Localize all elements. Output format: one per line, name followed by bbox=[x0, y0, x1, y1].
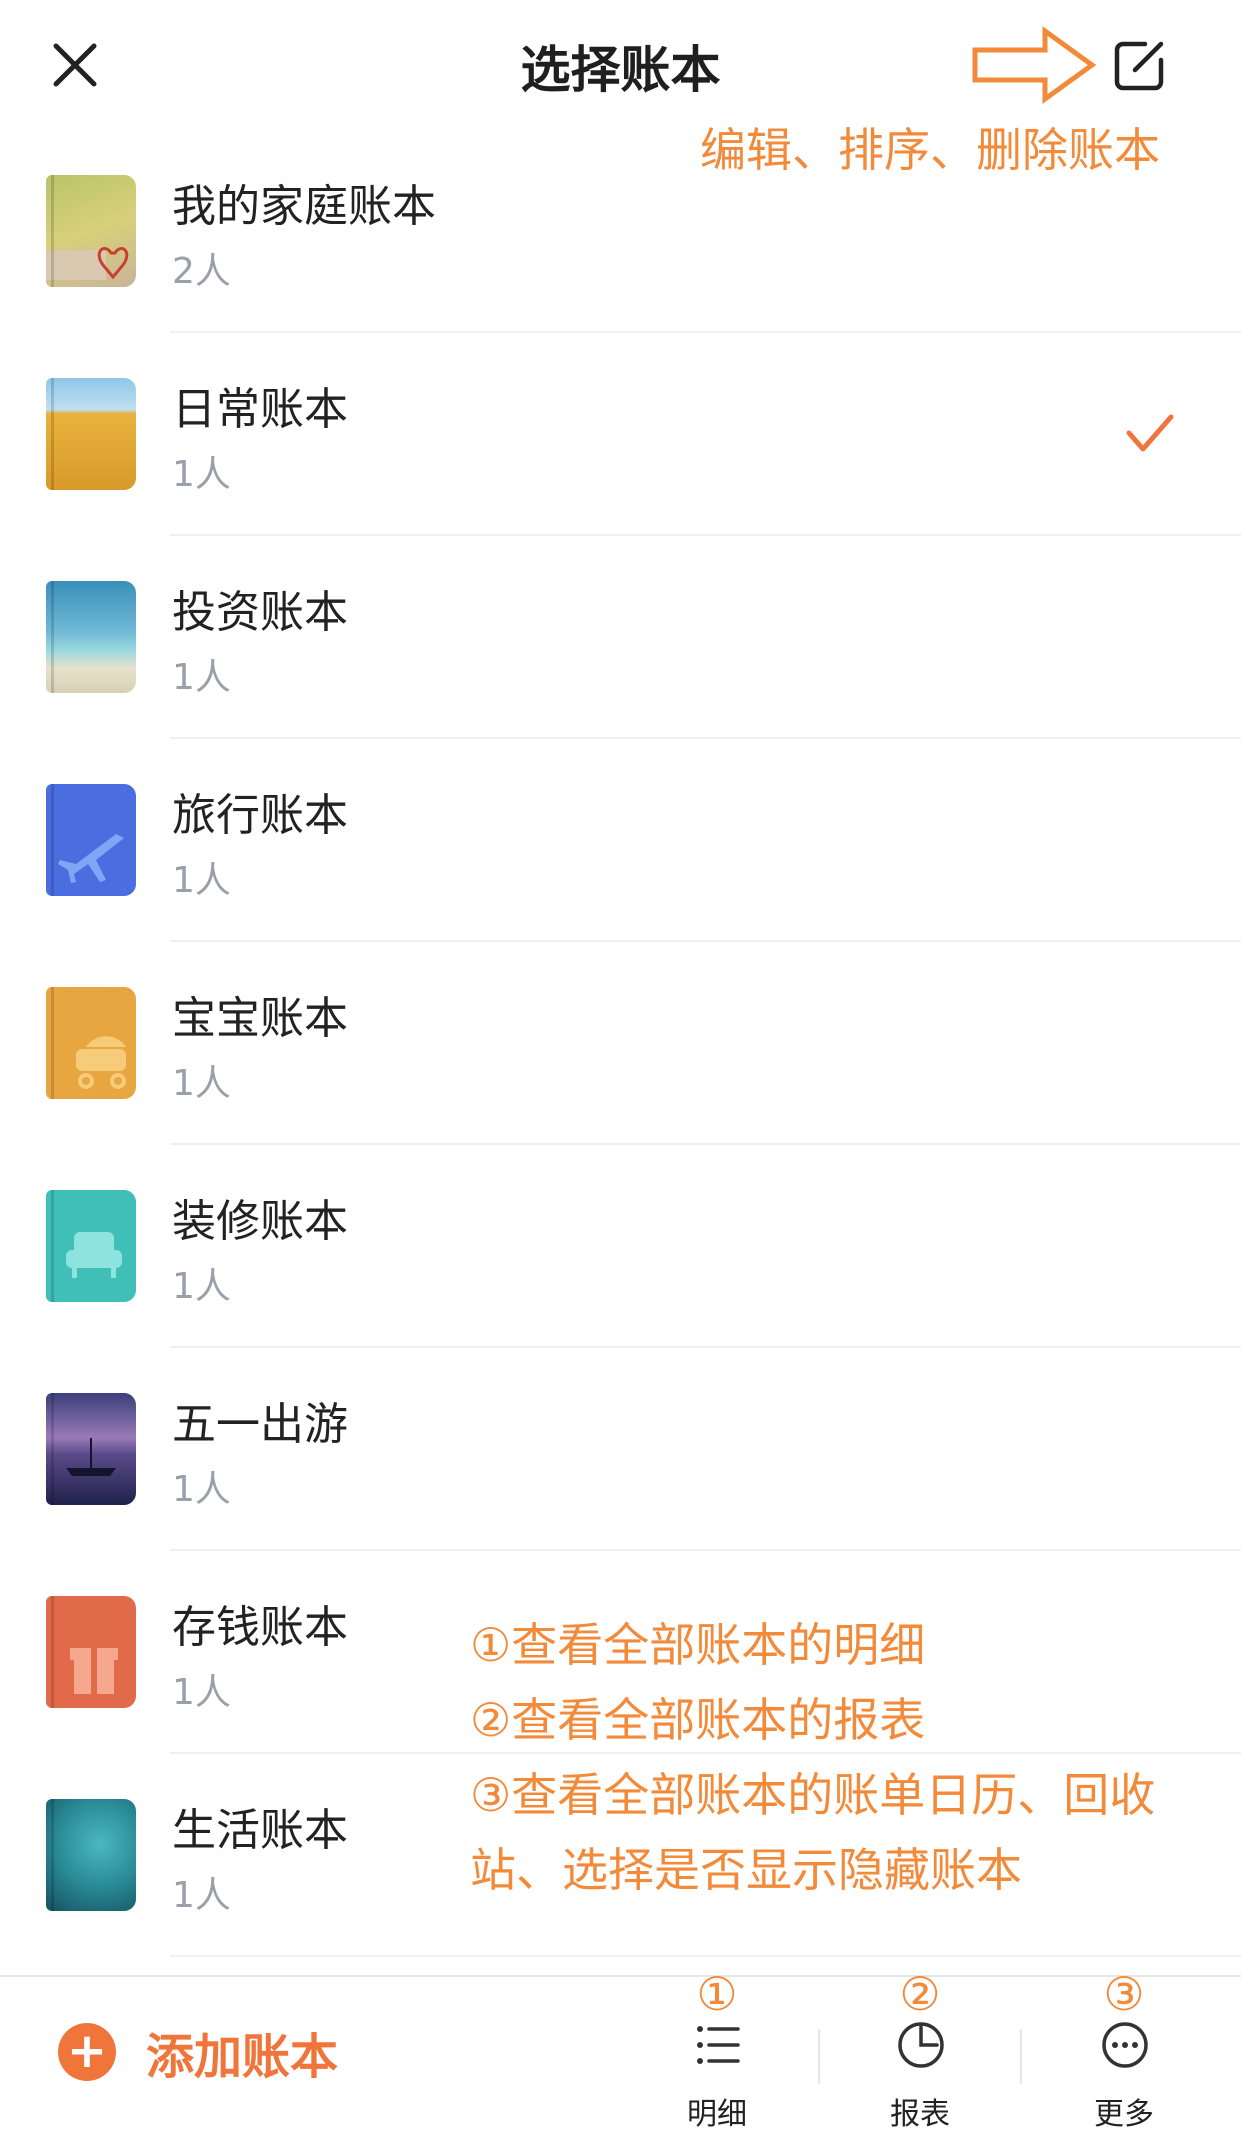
gift-icon bbox=[70, 1648, 118, 1694]
annotation-line-4: 站、选择是否显示隐藏账本 bbox=[470, 1843, 1022, 1897]
book-row[interactable]: 投资账本 1人 bbox=[0, 536, 1241, 739]
book-cover bbox=[46, 1190, 136, 1302]
member-count: 1人 bbox=[172, 1469, 231, 1510]
book-row[interactable]: 装修账本 1人 bbox=[0, 1145, 1241, 1348]
tab-number: ② bbox=[899, 1967, 941, 2021]
book-row[interactable]: 我的家庭账本 2人 bbox=[0, 130, 1241, 333]
edit-button[interactable] bbox=[1105, 30, 1175, 100]
list-icon bbox=[697, 2026, 740, 2064]
book-row[interactable]: 日常账本 1人 bbox=[0, 333, 1241, 536]
pie-chart-icon bbox=[898, 2022, 944, 2068]
book-name: 日常账本 bbox=[172, 384, 348, 435]
member-count: 1人 bbox=[172, 657, 231, 698]
member-count: 1人 bbox=[172, 1672, 231, 1713]
book-name: 五一出游 bbox=[172, 1399, 348, 1450]
member-count: 2人 bbox=[172, 251, 231, 292]
more-icon bbox=[1102, 2022, 1148, 2068]
tab-label: 更多 bbox=[1094, 2097, 1154, 2132]
tab-details[interactable]: ① 明细 bbox=[637, 1967, 797, 2147]
airplane-icon bbox=[58, 834, 124, 883]
member-count: 1人 bbox=[172, 860, 231, 901]
tab-reports[interactable]: ② 报表 bbox=[840, 1967, 1000, 2147]
annotation-line-3: ③查看全部账本的账单日历、回收 bbox=[470, 1768, 1156, 1822]
book-name: 存钱账本 bbox=[172, 1602, 348, 1653]
bottom-bar: + 添加账本 ① 明细 ② 报表 ③ 更多 bbox=[0, 1967, 1241, 2147]
book-name: 我的家庭账本 bbox=[172, 181, 436, 232]
add-book-button[interactable]: + 添加账本 bbox=[58, 2017, 338, 2087]
tab-more[interactable]: ③ 更多 bbox=[1044, 1967, 1204, 2147]
member-count: 1人 bbox=[172, 1875, 231, 1916]
tab-number: ① bbox=[696, 1967, 738, 2021]
tab-separator bbox=[1020, 2029, 1022, 2084]
annotation-line-2: ②查看全部账本的报表 bbox=[470, 1693, 926, 1747]
armchair-icon bbox=[66, 1232, 122, 1278]
book-cover bbox=[46, 175, 136, 287]
book-row[interactable]: 五一出游 1人 bbox=[0, 1348, 1241, 1551]
book-cover bbox=[46, 1393, 136, 1505]
book-name: 旅行账本 bbox=[172, 790, 348, 841]
book-name: 生活账本 bbox=[172, 1805, 348, 1856]
book-cover bbox=[46, 581, 136, 693]
book-cover bbox=[46, 1596, 136, 1708]
add-book-label: 添加账本 bbox=[146, 2029, 339, 2085]
member-count: 1人 bbox=[172, 454, 231, 495]
tab-label: 报表 bbox=[890, 2097, 950, 2132]
divider bbox=[170, 1955, 1241, 1957]
book-name: 投资账本 bbox=[172, 587, 348, 638]
book-name: 宝宝账本 bbox=[172, 993, 348, 1044]
arrow-right-icon bbox=[972, 26, 1097, 104]
tab-number: ③ bbox=[1103, 1967, 1145, 2021]
tab-separator bbox=[818, 2029, 820, 2084]
check-icon bbox=[1126, 414, 1174, 452]
header-bar: 选择账本 bbox=[0, 0, 1241, 130]
edit-icon bbox=[1114, 41, 1164, 91]
stroller-icon bbox=[76, 1036, 126, 1089]
book-cover bbox=[46, 1799, 136, 1911]
annotation-line-1: ①查看全部账本的明细 bbox=[470, 1618, 926, 1672]
tab-label: 明细 bbox=[687, 2097, 747, 2132]
book-name: 装修账本 bbox=[172, 1196, 348, 1247]
plus-icon: + bbox=[58, 2023, 116, 2081]
book-cover bbox=[46, 784, 136, 896]
book-cover bbox=[46, 378, 136, 490]
book-row[interactable]: 宝宝账本 1人 bbox=[0, 942, 1241, 1145]
book-cover bbox=[46, 987, 136, 1099]
book-row[interactable]: 旅行账本 1人 bbox=[0, 739, 1241, 942]
member-count: 1人 bbox=[172, 1266, 231, 1307]
member-count: 1人 bbox=[172, 1063, 231, 1104]
